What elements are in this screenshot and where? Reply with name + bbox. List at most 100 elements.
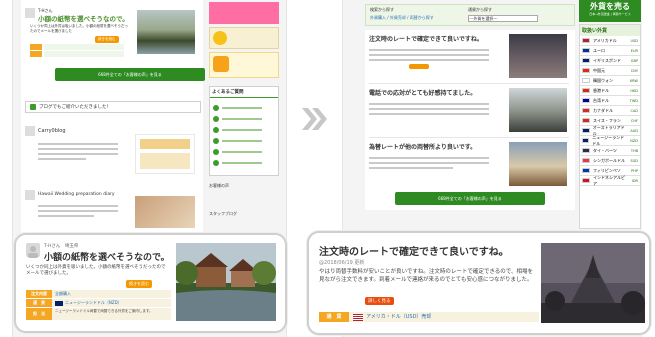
info-value: ニュージーランドドル両替で両替できる外貨をご案内します。 bbox=[52, 308, 171, 320]
callout-title[interactable]: 小額の紙幣を選べそうなので。 bbox=[44, 250, 170, 263]
callout-card-left: T-Hさん 埼玉県 小額の紙幣を選べそうなので。 いくつか同上は外貨を吸いました… bbox=[14, 233, 287, 333]
filter-links[interactable]: 外貨購入 / 外貨売却 / 両替から探す bbox=[370, 15, 434, 20]
currency-select[interactable]: ---外貨を選択--- bbox=[468, 15, 538, 22]
currency-code: THB bbox=[630, 148, 638, 153]
currency-item[interactable]: イギリスポンド GBP bbox=[580, 56, 640, 66]
avatar bbox=[25, 190, 35, 200]
blog-title[interactable]: Carry0blog bbox=[38, 128, 66, 134]
info-value[interactable]: アメリカ・ドル（USD）売却 bbox=[366, 312, 431, 322]
read-more-button[interactable] bbox=[409, 64, 429, 69]
faq-box: よくあるご質問 bbox=[209, 86, 279, 176]
currency-name: タイ・バーツ bbox=[593, 147, 617, 153]
currency-code: CHF bbox=[630, 118, 638, 123]
review-photo bbox=[176, 243, 276, 321]
currency-name: 韓国ウォン bbox=[593, 77, 613, 83]
currency-name: ユーロ bbox=[593, 47, 605, 53]
question-icon bbox=[213, 127, 219, 133]
info-value[interactable]: ニュージーランドドル（NZD） bbox=[65, 299, 122, 307]
currency-item[interactable]: シンガポールドル SGD bbox=[580, 156, 640, 166]
currency-code: SGD bbox=[630, 158, 638, 163]
review-title[interactable]: 為替レートが他の両替所より良いです。 bbox=[369, 142, 476, 151]
callout-date: @2018/06/19 更新 bbox=[319, 260, 365, 266]
flag-icon bbox=[582, 118, 590, 123]
review-title[interactable]: 注文時のレートで確定できて良いですね。 bbox=[369, 34, 483, 43]
pencil-icon bbox=[30, 104, 36, 110]
currency-name: カナダドル bbox=[593, 107, 613, 113]
currency-item[interactable]: 台湾ドル TWD bbox=[580, 96, 640, 106]
currency-name: イギリスポンド bbox=[593, 57, 621, 63]
currency-code: CAD bbox=[630, 108, 638, 113]
currency-name: ニュージーランドドル bbox=[592, 134, 625, 146]
blog-entry: Carry0blog bbox=[25, 126, 201, 184]
info-label: 注文内容 bbox=[26, 290, 52, 298]
review-title[interactable]: 小額の紙幣を選べそうなので。 bbox=[38, 13, 129, 23]
chevron-right-icon bbox=[302, 108, 328, 134]
flag-icon bbox=[582, 138, 590, 143]
info-label: 担 当 bbox=[26, 308, 52, 320]
currency-item[interactable]: ユーロ EUR bbox=[580, 46, 640, 56]
callout-body: いくつか同上は外貨を吸いました。小額の紙幣を選べそうだったのでメールで選びました… bbox=[26, 265, 166, 277]
review-card: 為替レートが他の両替所より良いです。 bbox=[369, 140, 569, 192]
filter-label: 通貨から探す bbox=[468, 7, 492, 12]
review-title[interactable]: 電話での応対がとても好感持てました。 bbox=[369, 88, 476, 97]
all-reviews-button[interactable]: 668件全ての「お客様の声」を見る bbox=[395, 192, 545, 205]
flag-icon bbox=[582, 58, 590, 63]
sell-currency-banner[interactable]: 外貨を売る 日本→外貨送金 | 両替サービス bbox=[579, 0, 641, 22]
review-photo bbox=[541, 243, 645, 323]
sell-banner-sub: 日本→外貨送金 | 両替サービス bbox=[589, 12, 631, 16]
callout-user: T-Hさん 埼玉県 bbox=[44, 244, 79, 249]
blog-banner: ブログでもご紹介いただきました！ bbox=[25, 101, 201, 113]
currency-item[interactable]: ニュージーランドドル NZD bbox=[580, 134, 640, 146]
flag-icon bbox=[582, 128, 590, 133]
flag-icon bbox=[582, 48, 590, 53]
currency-code: HKD bbox=[630, 88, 638, 93]
flag-icon bbox=[582, 158, 590, 163]
flag-icon bbox=[582, 88, 590, 93]
currency-item[interactable]: 香港ドル HKD bbox=[580, 86, 640, 96]
all-reviews-button[interactable]: 668件全ての「お客様の声」を見る bbox=[55, 68, 205, 81]
blog-photo bbox=[135, 196, 195, 228]
blog-banner-text: ブログでもご紹介いただきました！ bbox=[39, 105, 111, 110]
flag-icon bbox=[582, 148, 590, 153]
currency-code: CNY bbox=[630, 68, 638, 73]
sidebar-link-staff-blog[interactable]: スタッフブログ bbox=[209, 211, 279, 217]
avatar bbox=[25, 8, 35, 18]
info-table: 通 貨 アメリカ・ドル（USD）売却 bbox=[319, 312, 539, 322]
review-photo bbox=[509, 88, 567, 132]
currency-code: PHP bbox=[631, 168, 638, 173]
currency-name: スイス・フラン bbox=[593, 117, 621, 123]
blog-title[interactable]: Hawaii Wedding preparation diary bbox=[38, 192, 115, 197]
promo-banner[interactable] bbox=[209, 2, 279, 24]
currency-items: アメリカドル USD ユーロ EUR イギリスポンド GBP 中国元 CNY 韓国ウォン KRW 香… bbox=[580, 36, 640, 186]
promo-banner[interactable] bbox=[209, 52, 279, 78]
currency-item[interactable]: インドネシアルピア IDR bbox=[580, 175, 640, 186]
avatar bbox=[25, 126, 35, 136]
currency-name: シンガポールドル bbox=[593, 157, 625, 163]
filter-box: 検索から探す 外貨購入 / 外貨売却 / 両替から探す 通貨から探す ---外貨… bbox=[365, 4, 575, 26]
info-table: 注文内容 全額購入 通 貨 ニュージーランドドル（NZD） 担 当 ニュージーラ… bbox=[26, 290, 171, 320]
avatar bbox=[26, 243, 40, 258]
currency-code: NZD bbox=[630, 138, 638, 143]
flag-icon bbox=[582, 68, 590, 73]
currency-name: アメリカドル bbox=[593, 37, 617, 43]
right-main-column: 注文時のレートで確定できて良いですね。 電話での応対がとても好感持てました。 為… bbox=[365, 30, 575, 210]
flag-icon bbox=[582, 168, 590, 173]
read-more-button[interactable]: 詳しく見る bbox=[365, 297, 394, 305]
currency-item[interactable]: アメリカドル USD bbox=[580, 36, 640, 46]
callout-title[interactable]: 注文時のレートで確定できて良いですね。 bbox=[319, 243, 509, 258]
currency-item[interactable]: 中国元 CNY bbox=[580, 66, 640, 76]
flag-icon bbox=[582, 78, 590, 83]
review-card: 注文時のレートで確定できて良いですね。 bbox=[369, 32, 569, 84]
read-more-button[interactable]: 続きを読む bbox=[126, 280, 152, 288]
blog-photo bbox=[135, 134, 195, 174]
currency-item[interactable]: タイ・バーツ THB bbox=[580, 146, 640, 156]
faq-title: よくあるご質問 bbox=[210, 87, 278, 98]
sell-banner-title: 外貨を売る bbox=[590, 2, 630, 11]
sidebar-link-reviews[interactable]: お客様の声 bbox=[209, 183, 279, 189]
blog-entry: Hawaii Wedding preparation diary bbox=[25, 190, 201, 230]
currency-item[interactable]: 韓国ウォン KRW bbox=[580, 76, 640, 86]
currency-name: 香港ドル bbox=[593, 87, 609, 93]
read-more-button[interactable]: 続きを読む bbox=[95, 36, 119, 43]
currency-item[interactable]: カナダドル CAD bbox=[580, 106, 640, 116]
promo-banner[interactable] bbox=[209, 27, 279, 49]
